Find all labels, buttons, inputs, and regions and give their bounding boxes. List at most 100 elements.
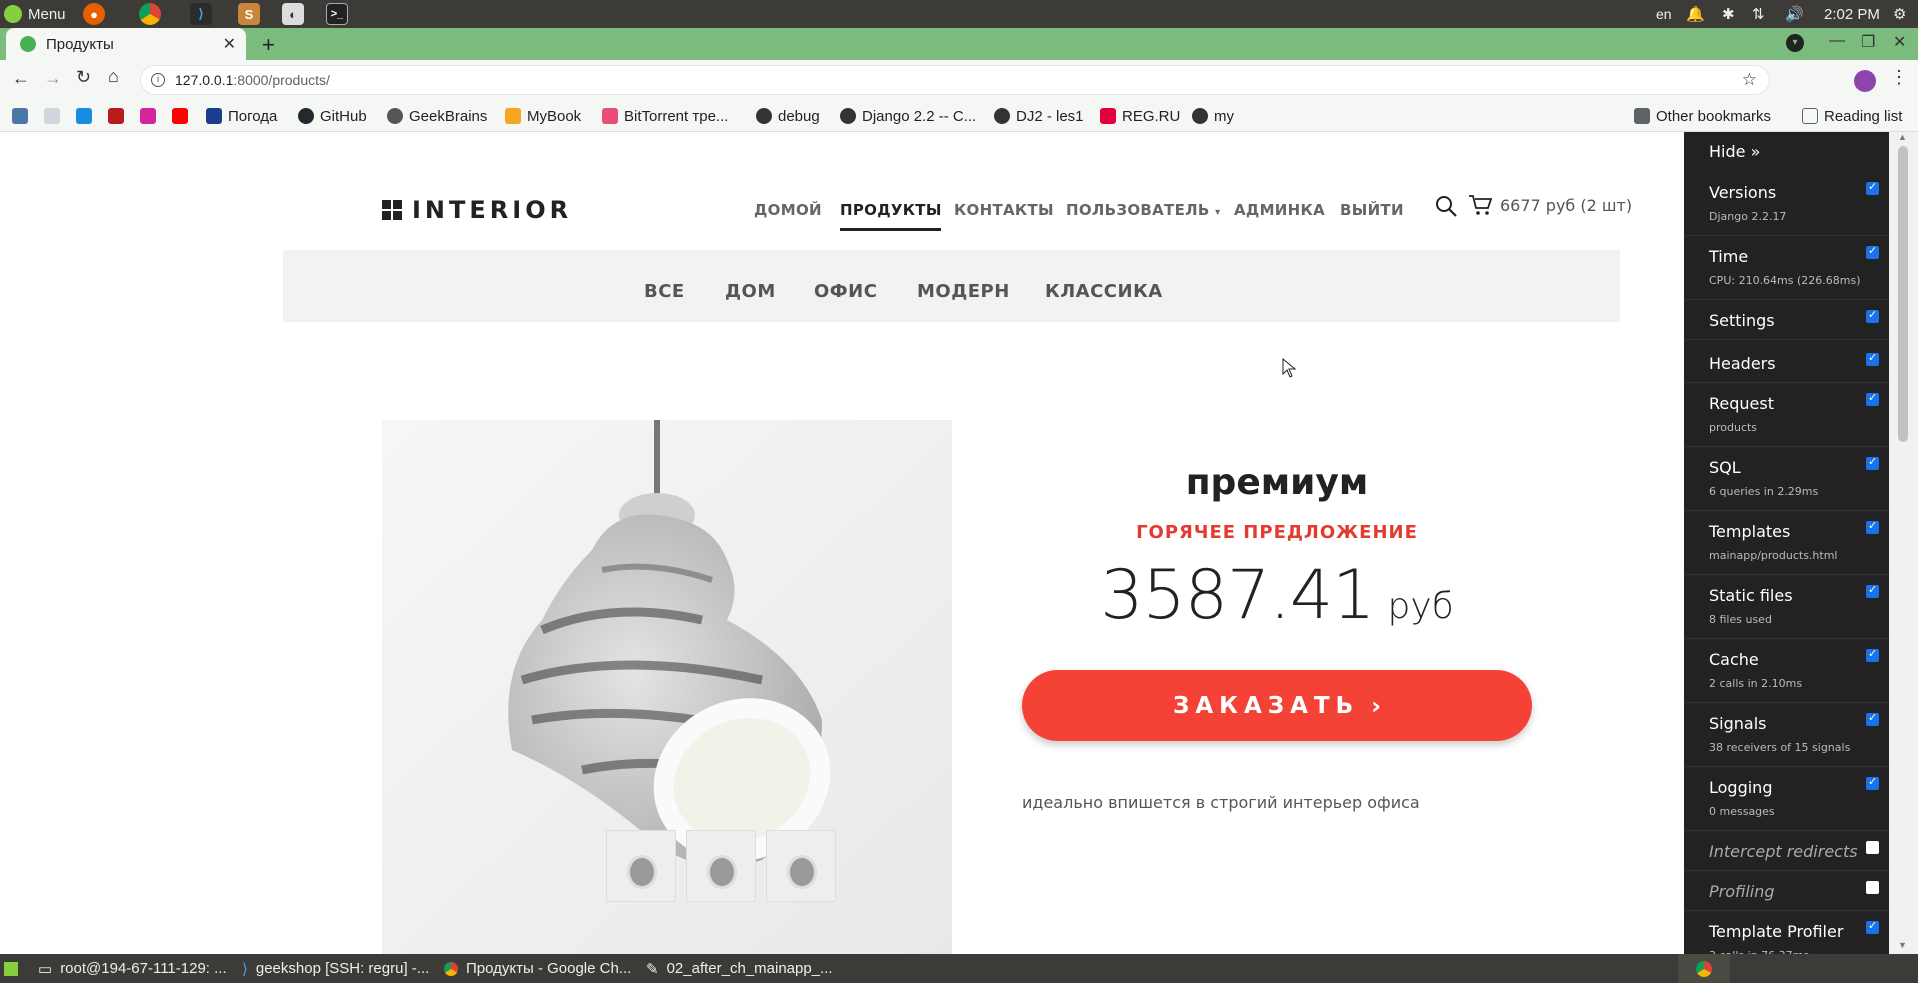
bookmark-star-icon[interactable]: ☆ [1742,70,1757,90]
debug-panel-checkbox[interactable] [1866,881,1879,894]
show-desktop-icon[interactable] [4,954,18,983]
category-home[interactable]: ДОМ [725,281,776,302]
debug-panel-cache[interactable]: Cache 2 calls in 2.10ms [1684,639,1889,703]
debug-panel-checkbox[interactable] [1866,647,1879,662]
address-bar[interactable]: i 127.0.0.1:8000/products/ ☆ [140,65,1770,95]
order-button[interactable]: ЗАКАЗАТЬ › [1022,670,1532,741]
gimp-launcher[interactable]: ◐ [282,0,304,28]
debug-panel-checkbox[interactable] [1866,455,1879,470]
debug-panel-checkbox[interactable] [1866,583,1879,598]
tray-chrome[interactable] [1678,954,1730,983]
nav-user-dropdown[interactable]: ПОЛЬЗОВАТЕЛЬ ▾ [1066,201,1220,219]
debug-panel-checkbox[interactable] [1866,244,1879,259]
scroll-down-icon[interactable]: ▼ [1898,940,1907,950]
debug-panel-checkbox[interactable] [1866,308,1879,323]
bookmark-doc-icon[interactable] [44,100,66,132]
debug-panel-checkbox[interactable] [1866,391,1879,406]
back-arrow-icon[interactable]: ← [12,68,30,89]
thumbnail-3[interactable] [766,830,836,902]
new-tab-button[interactable]: + [262,32,275,58]
category-modern[interactable]: МОДЕРН [917,281,1010,302]
debug-panel-checkbox[interactable] [1866,180,1879,195]
firefox-launcher[interactable]: ● [83,0,105,28]
debug-panel-templates[interactable]: Templates mainapp/products.html [1684,511,1889,575]
site-logo[interactable]: INTERIOR [382,196,572,224]
nav-logout[interactable]: ВЫЙТИ [1340,201,1404,219]
search-icon[interactable] [1434,194,1458,222]
notifications-icon[interactable]: 🔔 [1686,0,1705,28]
nav-products[interactable]: ПРОДУКТЫ [840,201,942,219]
thumbnail-1[interactable] [606,830,676,902]
tab-close-icon[interactable]: ✕ [223,34,236,54]
network-icon[interactable]: ⇅ [1752,0,1765,28]
debug-panel-template-profiler[interactable]: Template Profiler3 calls in 76.37ms [1684,911,1889,954]
debug-panel-intercept-redirects[interactable]: Intercept redirects [1684,831,1889,871]
taskbar-terminal[interactable]: ▭ root@194-67-111-129: ... [38,954,227,983]
terminal-launcher[interactable]: >_ [326,0,348,28]
debug-panel-checkbox[interactable] [1866,351,1879,366]
category-office[interactable]: ОФИС [814,281,877,302]
browser-tab-active[interactable]: Продукты ✕ [6,28,246,60]
sublime-launcher[interactable]: S [238,0,260,28]
debug-panel-time[interactable]: Time CPU: 210.64ms (226.68ms) [1684,236,1889,300]
window-minimize-icon[interactable]: — [1829,32,1845,50]
window-restore-icon[interactable]: ❐ [1861,32,1875,52]
taskbar-vscode[interactable]: ⟩ geekshop [SSH: regru] -... [242,954,429,983]
browser-menu-icon[interactable]: ⋮ [1890,67,1908,88]
thumbnail-2[interactable] [686,830,756,902]
chrome-launcher[interactable] [139,0,161,28]
category-all[interactable]: ВСЕ [644,281,685,302]
other-bookmarks[interactable]: Other bookmarks [1634,100,1771,132]
bluetooth-icon[interactable]: ✱ [1722,0,1735,28]
page-scrollbar[interactable]: ▲ ▼ [1889,132,1918,954]
debug-panel-headers[interactable]: Headers [1684,343,1889,383]
nav-home[interactable]: ДОМОЙ [754,201,822,219]
debug-panel-checkbox[interactable] [1866,711,1879,726]
keyboard-layout[interactable]: en [1656,0,1672,28]
bookmark-youtube-icon[interactable] [172,100,194,132]
taskbar-file[interactable]: ✎ 02_after_ch_mainapp_... [646,954,833,983]
tab-search-icon[interactable]: ▾ [1786,34,1804,52]
bookmark-instagram-icon[interactable] [140,100,162,132]
debug-panel-checkbox[interactable] [1866,775,1879,790]
forward-arrow-icon[interactable]: → [44,68,62,89]
bookmark-debug[interactable]: debug [756,100,820,132]
debug-toolbar-hide-button[interactable]: Hide » [1709,142,1760,161]
debug-panel-settings[interactable]: Settings [1684,300,1889,340]
bookmark-geekbrains[interactable]: GeekBrains [387,100,487,132]
bookmark-bittorrent[interactable]: BitTorrent тре... [602,100,728,132]
debug-panel-checkbox[interactable] [1866,919,1879,934]
scroll-up-icon[interactable]: ▲ [1898,132,1907,142]
menu-button[interactable]: Menu [4,0,66,28]
debug-panel-request[interactable]: Request products [1684,383,1889,447]
debug-panel-versions[interactable]: Versions Django 2.2.17 [1684,172,1889,236]
bookmark-regru[interactable]: REG.RU [1100,100,1180,132]
home-icon[interactable]: ⌂ [108,66,119,87]
nav-admin[interactable]: АДМИНКА [1234,201,1325,219]
bookmark-github[interactable]: GitHub [298,100,367,132]
bookmark-film-icon[interactable] [108,100,130,132]
bookmark-dj2[interactable]: DJ2 - les1 [994,100,1084,132]
profile-avatar[interactable] [1854,70,1876,92]
debug-panel-logging[interactable]: Logging 0 messages [1684,767,1889,831]
debug-panel-sql[interactable]: SQL 6 queries in 2.29ms [1684,447,1889,511]
debug-panel-checkbox[interactable] [1866,519,1879,534]
category-classic[interactable]: КЛАССИКА [1045,281,1163,302]
site-info-icon[interactable]: i [151,73,165,87]
debug-panel-profiling[interactable]: Profiling [1684,871,1889,911]
bookmark-mail-icon[interactable] [76,100,98,132]
debug-panel-signals[interactable]: Signals 38 receivers of 15 signals [1684,703,1889,767]
clock[interactable]: 2:02 PM [1824,0,1880,28]
reading-list[interactable]: Reading list [1802,100,1902,132]
nav-contacts[interactable]: КОНТАКТЫ [954,201,1054,219]
bookmark-django[interactable]: Django 2.2 -- C... [840,100,976,132]
debug-panel-checkbox[interactable] [1866,841,1879,854]
bookmark-mybook[interactable]: MyBook [505,100,581,132]
bookmark-my[interactable]: my [1192,100,1234,132]
bookmark-pogoda[interactable]: Погода [206,100,277,132]
scrollbar-thumb[interactable] [1898,146,1908,442]
cart-link[interactable]: 6677 руб (2 шт) [1468,194,1632,216]
settings-gear-icon[interactable]: ⚙ [1893,0,1906,28]
debug-panel-static-files[interactable]: Static files 8 files used [1684,575,1889,639]
bookmark-vk-icon[interactable] [12,100,34,132]
